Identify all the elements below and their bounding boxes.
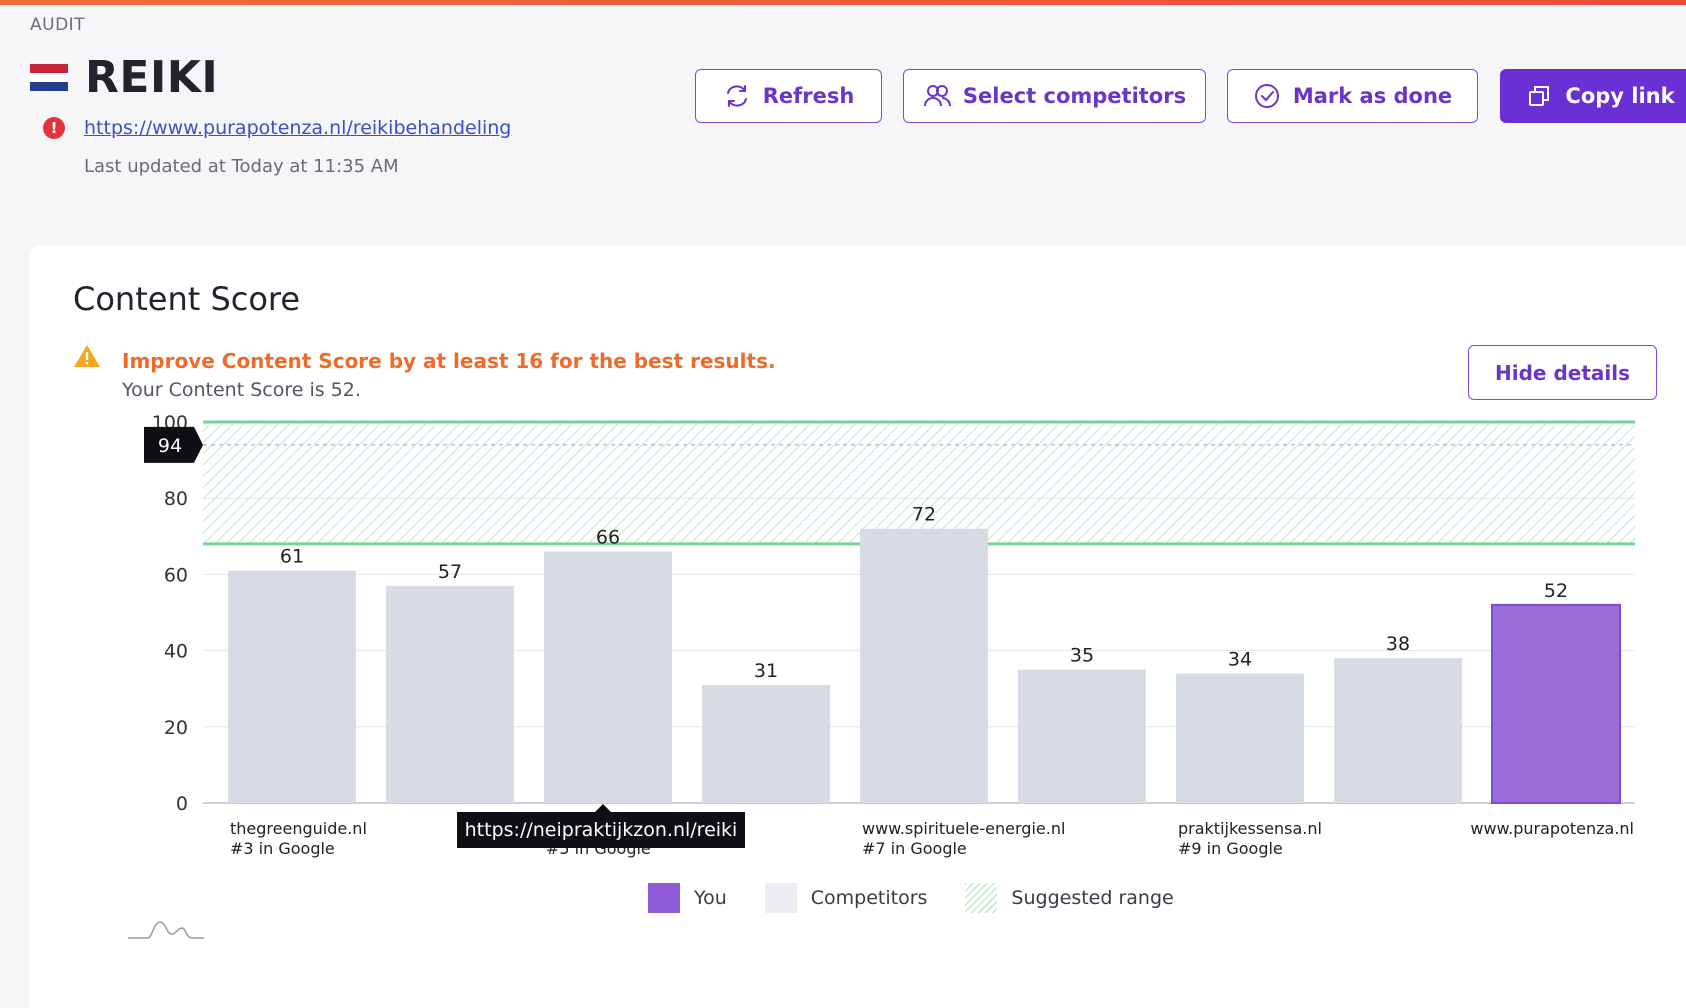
- bar-you: [1491, 603, 1621, 804]
- bar-competitor: [702, 684, 830, 803]
- sparkline-icon: [128, 921, 204, 939]
- bar-value-label: 61: [280, 546, 304, 568]
- legend-suggested-range[interactable]: Suggested range: [965, 883, 1174, 913]
- y-tick-label: 20: [164, 717, 188, 739]
- x-category-label: www.spirituele-energie.nl: [862, 819, 1065, 838]
- y-tick-label: 40: [164, 641, 188, 663]
- legend-you[interactable]: You: [648, 883, 727, 913]
- x-category-label: praktijkessensa.nl: [1178, 819, 1322, 838]
- bar-tooltip: https://neipraktijkzon.nl/reiki: [457, 804, 745, 848]
- x-category-label: www.purapotenza.nl: [1470, 819, 1634, 838]
- bar-value-label: 66: [596, 527, 620, 549]
- bar-competitor: [1334, 658, 1462, 803]
- x-category-label: thegreenguide.nl: [230, 819, 367, 838]
- bar-competitor: [1018, 669, 1146, 803]
- y-tick-label: 60: [164, 564, 188, 586]
- bar-value-label: 35: [1070, 645, 1094, 667]
- bar-competitor: [1176, 673, 1304, 803]
- bar-competitor: [228, 570, 356, 803]
- legend-competitors-swatch: [764, 883, 797, 913]
- bar-value-label: 72: [912, 504, 936, 526]
- bar-competitor: [544, 551, 672, 803]
- y-tick-label: 0: [176, 793, 188, 815]
- content-score-chart: 0204060801009461thegreenguide.nl#3 in Go…: [144, 412, 1635, 858]
- bar-value-label: 52: [1544, 580, 1568, 602]
- bar-competitor: [860, 528, 988, 803]
- legend-you-swatch: [648, 883, 680, 913]
- legend-suggested-swatch: [965, 883, 998, 913]
- chart-legend: You Competitors Suggested range: [648, 883, 1212, 913]
- legend-suggested-label: Suggested range: [1011, 887, 1174, 909]
- x-category-label: #7 in Google: [862, 839, 967, 858]
- bar-competitor: [386, 585, 514, 803]
- x-category-label: #3 in Google: [230, 839, 335, 858]
- x-category-label: #9 in Google: [1178, 839, 1283, 858]
- legend-you-label: You: [694, 887, 727, 909]
- y-tick-label: 80: [164, 488, 188, 510]
- bar-value-label: 34: [1228, 648, 1252, 670]
- bar-value-label: 31: [754, 660, 778, 682]
- target-marker-label: 94: [158, 435, 182, 457]
- legend-competitors-label: Competitors: [810, 887, 928, 909]
- bar-value-label: 38: [1386, 633, 1410, 655]
- bar-value-label: 57: [438, 561, 462, 583]
- legend-competitors[interactable]: Competitors: [764, 883, 928, 913]
